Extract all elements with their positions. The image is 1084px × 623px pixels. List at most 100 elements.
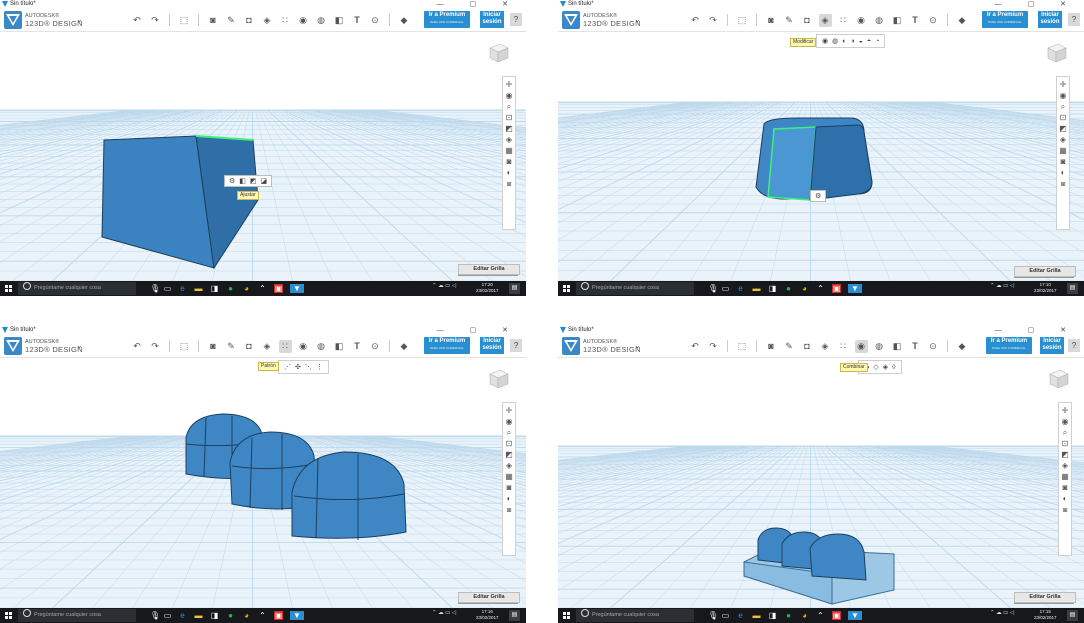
view-cube[interactable]: [486, 42, 510, 64]
construct-icon[interactable]: ◘: [801, 340, 814, 353]
microphone-icon[interactable]: 🎙: [708, 284, 718, 293]
3d-viewport[interactable]: ⚙ ◉ ◍ ◐ ◑ ◒ ◓ ◔ Modificar ✛ ◉ ⌕ ⊡ ◩ ◈ ▦ ◙ ◐ ⧆ Editar Gr…: [558, 32, 1084, 281]
screenshot-icon[interactable]: ◙: [1063, 482, 1068, 493]
rectangular-pattern-icon[interactable]: ⋰: [284, 363, 291, 371]
grid-view-icon[interactable]: ▦: [505, 145, 513, 156]
pattern-icon[interactable]: ∷: [279, 14, 292, 27]
cortana-search-box[interactable]: Pregúntame cualquier cosa: [576, 282, 694, 295]
app-menu-chevron-icon[interactable]: ⌄: [76, 15, 83, 24]
premium-button[interactable]: Ir a Premium PARA USO COMERCIAL: [982, 11, 1028, 28]
undo-icon[interactable]: ↶: [689, 14, 702, 27]
transform-icon[interactable]: ⬚: [736, 14, 749, 27]
orbit-icon[interactable]: ◉: [506, 416, 513, 427]
microphone-icon[interactable]: 🎙: [150, 611, 160, 620]
notification-icon[interactable]: ▤: [1067, 610, 1078, 621]
premium-button[interactable]: Ir a Premium PARA USO COMERCIAL: [424, 337, 470, 354]
undo-icon[interactable]: ↶: [131, 14, 144, 27]
3d-viewport[interactable]: ◆◇◈◊ Combinar ✛◉⌕⊡◩◈▦◙◐⧆ Editar Grilla: [558, 358, 1084, 608]
combine-icon[interactable]: ◍: [315, 14, 328, 27]
grid-scene[interactable]: [558, 32, 1084, 281]
text-icon[interactable]: T: [351, 14, 364, 27]
help-button[interactable]: ?: [510, 339, 522, 352]
primitives-icon[interactable]: ◙: [207, 340, 220, 353]
tweak-icon[interactable]: ◧: [239, 177, 246, 185]
notification-icon[interactable]: ▤: [1067, 283, 1078, 294]
press-pull-icon[interactable]: ◉: [822, 37, 828, 45]
edit-grid-button[interactable]: Editar Grilla: [458, 592, 520, 603]
modify-icon[interactable]: ◈: [819, 340, 832, 353]
cortana-search-box[interactable]: Pregúntame cualquier cosa: [18, 282, 136, 295]
windows-start-icon[interactable]: [563, 285, 570, 292]
grouping-icon[interactable]: ◉: [854, 339, 868, 353]
redo-icon[interactable]: ↷: [149, 14, 162, 27]
chrome-icon[interactable]: ◕: [800, 611, 809, 620]
redo-icon[interactable]: ↷: [707, 340, 720, 353]
123d-design-taskbar-icon[interactable]: ▼: [848, 284, 862, 293]
fit-icon[interactable]: ⊡: [1062, 438, 1069, 449]
measure-icon[interactable]: ◧: [891, 14, 904, 27]
chevron-up-icon[interactable]: ⌃: [816, 284, 825, 293]
123d-design-taskbar-icon[interactable]: ▼: [848, 611, 862, 620]
orbit-icon[interactable]: ◉: [506, 90, 513, 101]
snap-icon[interactable]: ⊙: [927, 340, 940, 353]
pan-icon[interactable]: ✛: [506, 405, 513, 416]
notification-icon[interactable]: ▤: [509, 610, 520, 621]
material-icon[interactable]: ◆: [398, 14, 411, 27]
pattern-icon[interactable]: ∷: [837, 14, 850, 27]
material-icon[interactable]: ◆: [398, 340, 411, 353]
pan-icon[interactable]: ✛: [1060, 79, 1067, 90]
edge-browser-icon[interactable]: e: [178, 611, 187, 620]
zoom-icon[interactable]: ⌕: [1061, 101, 1065, 112]
material-view-icon[interactable]: ◈: [506, 134, 512, 145]
material-view-icon[interactable]: ◈: [1062, 460, 1068, 471]
store-icon[interactable]: ◨: [768, 611, 777, 620]
notification-icon[interactable]: ▤: [509, 283, 520, 294]
screenshot-icon[interactable]: ◙: [507, 156, 512, 167]
shell-icon[interactable]: ◓: [867, 38, 871, 45]
cortana-search-box[interactable]: Pregúntame cualquier cosa: [18, 609, 136, 622]
primitives-icon[interactable]: ◙: [765, 340, 778, 353]
pattern-icon[interactable]: ∷: [278, 339, 292, 353]
window-controls[interactable]: — ▢ ✕: [995, 0, 1078, 9]
pattern-icon[interactable]: ∷: [837, 340, 850, 353]
snap-icon[interactable]: ⊙: [927, 14, 940, 27]
mesh-icon[interactable]: ⧆: [1060, 178, 1065, 189]
microphone-icon[interactable]: 🎙: [708, 611, 718, 620]
cortana-search-box[interactable]: Pregúntame cualquier cosa: [576, 609, 694, 622]
clock[interactable]: 17:20 23/02/2017: [476, 282, 499, 294]
text-icon[interactable]: T: [351, 340, 364, 353]
fit-icon[interactable]: ⊡: [1060, 112, 1067, 123]
windows-start-icon[interactable]: [5, 285, 12, 292]
edit-grid-button[interactable]: Editar Grilla: [1014, 592, 1076, 603]
visibility-icon[interactable]: ◐: [1063, 493, 1068, 504]
orbit-icon[interactable]: ◉: [1060, 90, 1067, 101]
redo-icon[interactable]: ↷: [707, 14, 720, 27]
transform-icon[interactable]: ⬚: [178, 340, 191, 353]
separate-icon[interactable]: ◊: [892, 364, 895, 371]
circular-pattern-icon[interactable]: ✣: [295, 363, 301, 371]
subtract-icon[interactable]: ◇: [873, 363, 878, 371]
chrome-icon[interactable]: ◕: [800, 284, 809, 293]
tweak-icon[interactable]: ◍: [832, 37, 838, 45]
task-view-icon[interactable]: ▭: [721, 284, 730, 293]
perspective-icon[interactable]: ◩: [1061, 449, 1069, 460]
window-controls[interactable]: — ▢ ✕: [437, 0, 520, 9]
snap-icon[interactable]: ⊙: [369, 14, 382, 27]
help-button[interactable]: ?: [1068, 339, 1080, 352]
visibility-icon[interactable]: ◐: [507, 493, 512, 504]
store-icon[interactable]: ◨: [768, 284, 777, 293]
text-icon[interactable]: T: [909, 340, 922, 353]
spotify-icon[interactable]: ●: [226, 611, 235, 620]
task-view-icon[interactable]: ▭: [721, 611, 730, 620]
premium-button[interactable]: Ir a Premium PARA USO COMERCIAL: [424, 11, 470, 28]
primitives-icon[interactable]: ◙: [207, 14, 220, 27]
task-view-icon[interactable]: ▭: [163, 284, 172, 293]
sketch-icon[interactable]: ✎: [225, 340, 238, 353]
gear-icon[interactable]: ⚙: [229, 177, 235, 185]
edge-browser-icon[interactable]: e: [178, 284, 187, 293]
visibility-icon[interactable]: ◐: [1061, 167, 1066, 178]
visibility-icon[interactable]: ◐: [507, 167, 512, 178]
app-red-icon[interactable]: ▣: [274, 284, 283, 293]
123d-design-taskbar-icon[interactable]: ▼: [290, 284, 304, 293]
grid-view-icon[interactable]: ▦: [1059, 145, 1067, 156]
